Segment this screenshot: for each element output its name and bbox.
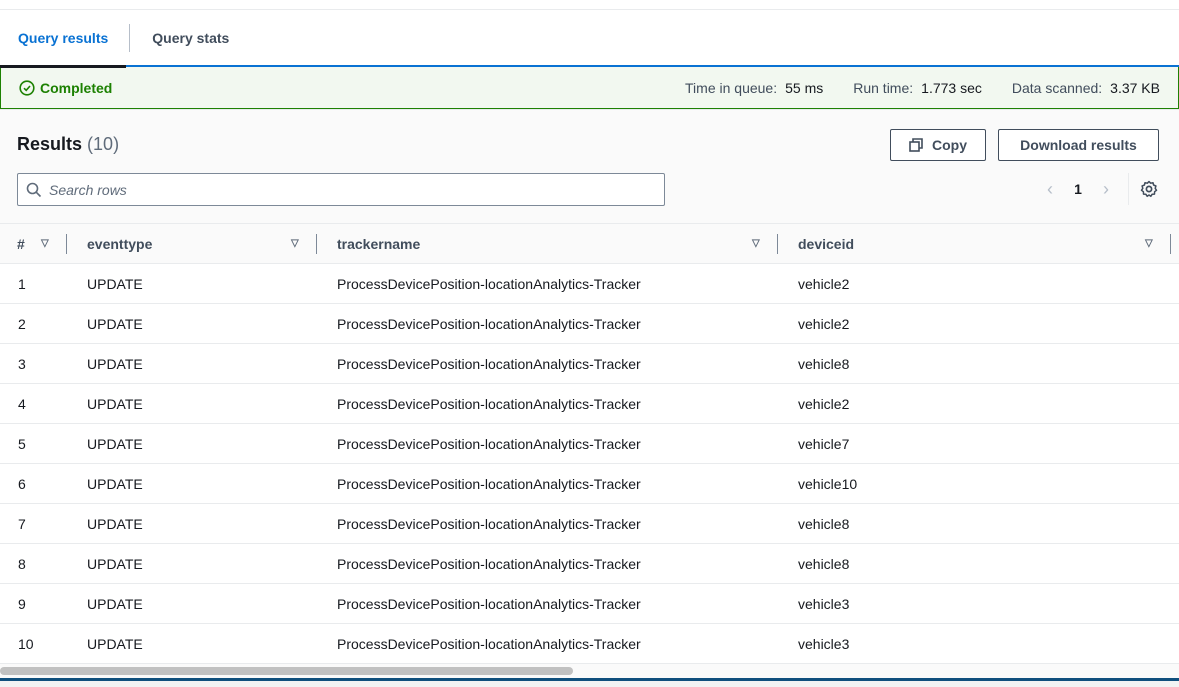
cell-trackername: ProcessDevicePosition-locationAnalytics-… bbox=[337, 635, 641, 652]
cell-trackername: ProcessDevicePosition-locationAnalytics-… bbox=[337, 355, 641, 372]
table-row[interactable]: 9 UPDATE ProcessDevicePosition-locationAna… bbox=[0, 584, 1179, 624]
cell-index: 7 bbox=[18, 515, 26, 532]
tab-query-results[interactable]: Query results bbox=[0, 9, 127, 68]
tab-query-stats[interactable]: Query stats bbox=[130, 9, 251, 66]
cell-deviceid: vehicle3 bbox=[798, 635, 850, 652]
copy-icon bbox=[909, 138, 923, 152]
column-resizer[interactable] bbox=[777, 234, 778, 254]
results-table: # ▽ eventtype ▽ trackername ▽ deviceid ▽ 1 UP… bbox=[0, 223, 1179, 664]
cell-deviceid: vehicle2 bbox=[798, 395, 850, 412]
stat-time-in-queue: Time in queue: 55 ms bbox=[685, 79, 824, 96]
check-circle-icon bbox=[19, 79, 35, 96]
cell-deviceid: vehicle8 bbox=[798, 515, 850, 532]
query-stats-summary: Time in queue: 55 ms Run time: 1.773 sec D… bbox=[685, 80, 1160, 96]
copy-button[interactable]: Copy bbox=[890, 129, 986, 161]
pagination: ‹ 1 › bbox=[1040, 173, 1158, 205]
cell-trackername: ProcessDevicePosition-locationAnalytics-… bbox=[337, 475, 641, 492]
table-row[interactable]: 2 UPDATE ProcessDevicePosition-locationAna… bbox=[0, 304, 1179, 344]
cell-index: 10 bbox=[18, 635, 34, 652]
cell-index: 6 bbox=[18, 475, 26, 492]
cell-deviceid: vehicle2 bbox=[798, 275, 850, 292]
cell-trackername: ProcessDevicePosition-locationAnalytics-… bbox=[337, 595, 641, 612]
table-row[interactable]: 4 UPDATE ProcessDevicePosition-locationAna… bbox=[0, 384, 1179, 424]
table-row[interactable]: 6 UPDATE ProcessDevicePosition-locationAna… bbox=[0, 464, 1179, 504]
cell-eventtype: UPDATE bbox=[87, 355, 143, 372]
cell-eventtype: UPDATE bbox=[87, 315, 143, 332]
table-row[interactable]: 10 UPDATE ProcessDevicePosition-locationAn… bbox=[0, 624, 1179, 664]
cell-index: 2 bbox=[18, 315, 26, 332]
download-results-button[interactable]: Download results bbox=[998, 129, 1159, 161]
cell-trackername: ProcessDevicePosition-locationAnalytics-… bbox=[337, 555, 641, 572]
cell-eventtype: UPDATE bbox=[87, 435, 143, 452]
table-row[interactable]: 5 UPDATE ProcessDevicePosition-locationAna… bbox=[0, 424, 1179, 464]
column-header-index[interactable]: # ▽ bbox=[0, 223, 70, 264]
cell-deviceid: vehicle7 bbox=[798, 435, 850, 452]
cell-index: 1 bbox=[18, 275, 26, 292]
column-header-deviceid[interactable]: deviceid ▽ bbox=[781, 223, 1179, 264]
sort-icon[interactable]: ▽ bbox=[41, 238, 49, 249]
cell-trackername: ProcessDevicePosition-locationAnalytics-… bbox=[337, 515, 641, 532]
cell-index: 3 bbox=[18, 355, 26, 372]
column-header-trackername[interactable]: trackername ▽ bbox=[320, 223, 781, 264]
cell-index: 8 bbox=[18, 555, 26, 572]
pager-divider bbox=[1128, 173, 1129, 205]
table-row[interactable]: 7 UPDATE ProcessDevicePosition-locationAna… bbox=[0, 504, 1179, 544]
cell-trackername: ProcessDevicePosition-locationAnalytics-… bbox=[337, 435, 641, 452]
results-count: (10) bbox=[87, 134, 120, 154]
search-rows-field[interactable] bbox=[17, 173, 665, 206]
cell-index: 4 bbox=[18, 395, 26, 412]
next-page-icon[interactable]: › bbox=[1096, 179, 1116, 200]
search-icon bbox=[26, 182, 42, 197]
sort-icon[interactable]: ▽ bbox=[291, 238, 299, 249]
column-resizer[interactable] bbox=[66, 234, 67, 254]
sort-icon[interactable]: ▽ bbox=[1145, 238, 1153, 249]
bottom-panel bbox=[0, 681, 1179, 687]
page-number[interactable]: 1 bbox=[1060, 181, 1096, 197]
cell-trackername: ProcessDevicePosition-locationAnalytics-… bbox=[337, 395, 641, 412]
cell-eventtype: UPDATE bbox=[87, 635, 143, 652]
cell-index: 5 bbox=[18, 435, 26, 452]
search-rows-input[interactable] bbox=[49, 181, 629, 198]
cell-eventtype: UPDATE bbox=[87, 275, 143, 292]
table-row[interactable]: 1 UPDATE ProcessDevicePosition-locationAna… bbox=[0, 264, 1179, 304]
cell-deviceid: vehicle2 bbox=[798, 315, 850, 332]
results-header: Results (10) Copy Download results ‹ 1 › bbox=[0, 109, 1179, 223]
status-indicator: Completed bbox=[19, 80, 112, 96]
status-bar: Completed Time in queue: 55 ms Run time: 1… bbox=[0, 67, 1179, 109]
sort-icon[interactable]: ▽ bbox=[752, 238, 760, 249]
cell-trackername: ProcessDevicePosition-locationAnalytics-… bbox=[337, 315, 641, 332]
gear-icon bbox=[1140, 180, 1158, 198]
cell-deviceid: vehicle10 bbox=[798, 475, 858, 492]
cell-eventtype: UPDATE bbox=[87, 475, 143, 492]
column-resizer[interactable] bbox=[316, 234, 317, 254]
horizontal-scrollbar[interactable] bbox=[0, 664, 1179, 678]
table-row[interactable]: 8 UPDATE ProcessDevicePosition-locationAna… bbox=[0, 544, 1179, 584]
cell-index: 9 bbox=[18, 595, 26, 612]
cell-eventtype: UPDATE bbox=[87, 515, 143, 532]
results-title: Results (10) bbox=[17, 134, 120, 154]
status-label: Completed bbox=[40, 79, 113, 96]
cell-trackername: ProcessDevicePosition-locationAnalytics-… bbox=[337, 275, 641, 292]
table-header-row: # ▽ eventtype ▽ trackername ▽ deviceid ▽ bbox=[0, 223, 1179, 264]
column-header-eventtype[interactable]: eventtype ▽ bbox=[70, 223, 320, 264]
scrollbar-thumb[interactable] bbox=[0, 667, 573, 675]
cell-eventtype: UPDATE bbox=[87, 595, 143, 612]
cell-deviceid: vehicle8 bbox=[798, 355, 850, 372]
stat-data-scanned: Data scanned: 3.37 KB bbox=[1011, 79, 1160, 96]
settings-button[interactable] bbox=[1140, 180, 1158, 198]
cell-eventtype: UPDATE bbox=[87, 395, 143, 412]
previous-page-icon[interactable]: ‹ bbox=[1040, 179, 1060, 200]
table-row[interactable]: 3 UPDATE ProcessDevicePosition-locationAna… bbox=[0, 344, 1179, 384]
stat-run-time: Run time: 1.773 sec bbox=[853, 79, 982, 96]
column-resizer[interactable] bbox=[1170, 234, 1171, 254]
cell-deviceid: vehicle3 bbox=[798, 595, 850, 612]
tab-bar: Query results Query stats bbox=[0, 9, 1179, 68]
cell-deviceid: vehicle8 bbox=[798, 555, 850, 572]
cell-eventtype: UPDATE bbox=[87, 555, 143, 572]
